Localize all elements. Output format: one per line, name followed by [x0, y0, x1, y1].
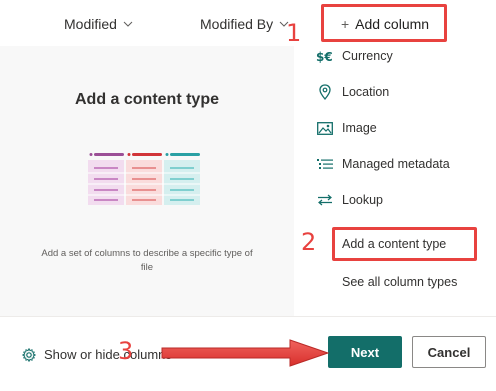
modified-by-column-header[interactable]: Modified By [200, 16, 289, 32]
panel-description: Add a set of columns to describe a speci… [41, 248, 253, 273]
lookup-icon [316, 192, 334, 208]
menu-item-label: See all column types [342, 275, 458, 289]
menu-item-lookup[interactable]: Lookup [316, 189, 383, 211]
image-icon [316, 120, 334, 136]
managed-metadata-icon [316, 156, 334, 172]
highlight-add-content-type [332, 227, 477, 261]
gear-icon [22, 347, 36, 362]
menu-item-location[interactable]: Location [316, 81, 389, 103]
panel-title: Add a content type [74, 91, 219, 108]
menu-item-label: Location [342, 85, 390, 99]
menu-item-label: Managed metadata [342, 157, 450, 171]
menu-item-currency[interactable]: $€ Currency [316, 45, 393, 67]
location-pin-icon [316, 84, 334, 100]
menu-item-image[interactable]: Image [316, 117, 377, 139]
step-number-3: 3 [118, 337, 134, 365]
chevron-down-icon [123, 21, 133, 27]
menu-item-see-all-column-types[interactable]: See all column types [342, 271, 457, 293]
content-type-preview-panel: Add a content type Add a set of columns … [0, 46, 294, 316]
menu-item-managed-metadata[interactable]: Managed metadata [316, 153, 450, 175]
menu-item-label: Image [342, 121, 377, 135]
highlight-add-column [321, 4, 447, 42]
red-arrow-annotation [161, 339, 330, 367]
content-type-illustration [88, 153, 200, 205]
svg-text:$€: $€ [316, 50, 333, 63]
next-button[interactable]: Next [328, 336, 402, 368]
currency-icon: $€ [316, 48, 334, 64]
menu-item-label: Lookup [342, 193, 384, 207]
step-number-2: 2 [301, 228, 317, 256]
cancel-button[interactable]: Cancel [412, 336, 486, 368]
modified-column-header[interactable]: Modified [64, 16, 133, 32]
menu-item-label: Currency [342, 49, 393, 63]
modified-label: Modified [64, 16, 117, 32]
column-type-menu: $€ Currency Location Image Managed metad… [294, 40, 496, 316]
modified-by-label: Modified By [200, 16, 274, 32]
step-number-1: 1 [286, 19, 302, 47]
